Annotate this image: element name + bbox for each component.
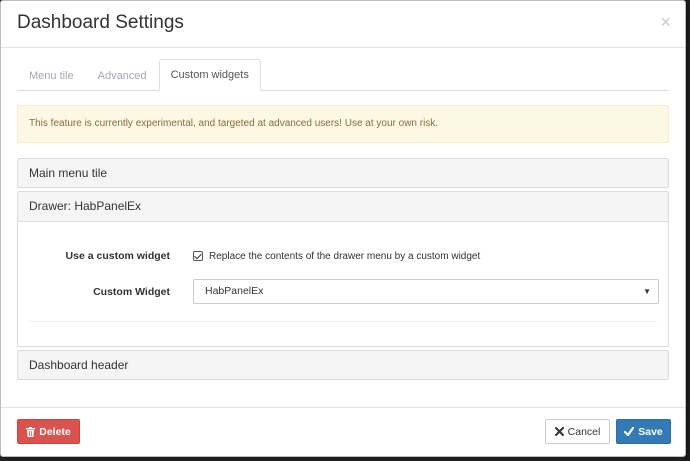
panel-main-menu-tile[interactable]: Main menu tile bbox=[17, 158, 669, 188]
use-custom-widget-checkbox[interactable] bbox=[193, 251, 203, 261]
drawer-settings-form: Use a custom widget Replace the contents… bbox=[18, 222, 668, 346]
cancel-button[interactable]: Cancel bbox=[545, 419, 610, 444]
panel-drawer-header[interactable]: Drawer: HabPanelEx bbox=[18, 192, 668, 222]
experimental-warning: This feature is currently experimental, … bbox=[17, 105, 669, 143]
close-button[interactable]: × bbox=[660, 13, 671, 31]
cancel-label: Cancel bbox=[567, 425, 601, 438]
tab-advanced[interactable]: Advanced bbox=[86, 60, 159, 90]
custom-widget-selected-value: HabPanelEx bbox=[205, 285, 264, 297]
tab-bar: Menu tile Advanced Custom widgets bbox=[17, 59, 669, 91]
modal-title: Dashboard Settings bbox=[17, 12, 184, 33]
save-button[interactable]: Save bbox=[616, 419, 671, 444]
dashboard-settings-modal: Dashboard Settings × Menu tile Advanced … bbox=[0, 0, 686, 457]
check-icon bbox=[624, 427, 635, 436]
use-custom-widget-label: Use a custom widget bbox=[65, 250, 170, 262]
form-divider bbox=[29, 321, 657, 322]
tab-custom-widgets[interactable]: Custom widgets bbox=[158, 59, 261, 91]
modal-header: Dashboard Settings × bbox=[1, 1, 685, 48]
close-icon bbox=[554, 427, 564, 436]
custom-widget-label: Custom Widget bbox=[93, 285, 170, 298]
modal-footer: Delete Cancel Save bbox=[1, 407, 685, 456]
use-custom-widget-row: Use a custom widget Replace the contents… bbox=[18, 250, 668, 262]
tab-menu-tile[interactable]: Menu tile bbox=[17, 60, 86, 90]
use-custom-widget-option: Replace the contents of the drawer menu … bbox=[193, 251, 480, 262]
trash-icon bbox=[26, 426, 36, 437]
use-custom-widget-text: Replace the contents of the drawer menu … bbox=[209, 250, 481, 262]
delete-label: Delete bbox=[39, 425, 71, 438]
caret-down-icon: ▼ bbox=[643, 287, 651, 296]
modal-body: Menu tile Advanced Custom widgets This f… bbox=[1, 48, 685, 380]
delete-button[interactable]: Delete bbox=[17, 419, 80, 444]
save-label: Save bbox=[638, 425, 663, 438]
panel-drawer: Drawer: HabPanelEx Use a custom widget R… bbox=[17, 191, 669, 347]
panel-dashboard-header[interactable]: Dashboard header bbox=[17, 350, 669, 380]
custom-widget-select[interactable]: HabPanelEx ▼ bbox=[193, 279, 659, 304]
custom-widget-row: Custom Widget HabPanelEx ▼ bbox=[18, 279, 668, 304]
